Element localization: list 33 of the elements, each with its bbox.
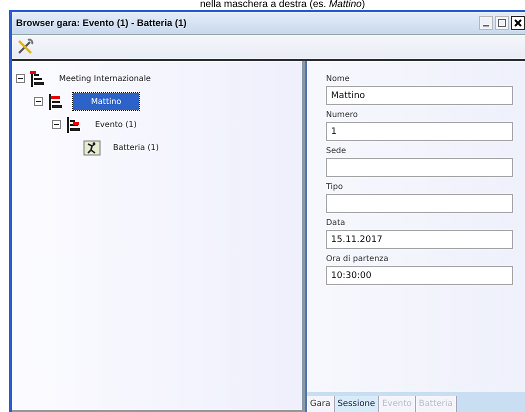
flag-stack-icon (29, 70, 47, 86)
tree-item[interactable]: Mattino (73, 93, 140, 110)
collapse-icon[interactable] (52, 120, 61, 129)
input-field[interactable]: Mattino (326, 86, 513, 105)
tree-item[interactable]: Evento (1) (91, 116, 141, 133)
caption-text: nella maschera a destra (es. Mattino) (199, 0, 366, 10)
close-icon (514, 19, 522, 27)
tree-item[interactable]: Meeting Internazionale (55, 70, 155, 87)
maximize-button[interactable] (495, 16, 509, 30)
field-label: Numero (326, 110, 359, 119)
input-field[interactable] (326, 158, 513, 177)
collapse-icon[interactable] (16, 74, 25, 83)
minimize-button[interactable] (479, 16, 493, 30)
tab[interactable]: Gara (307, 396, 334, 412)
tools-icon[interactable] (16, 38, 34, 56)
input-field[interactable]: 10:30:00 (326, 266, 513, 285)
input-field[interactable]: 1 (326, 122, 513, 141)
field-label: Nome (326, 74, 351, 83)
field-label: Ora di partenza (326, 254, 390, 263)
flag-stack-icon (47, 94, 65, 110)
tree-item[interactable]: Batteria (1) (109, 139, 163, 156)
close-button[interactable] (511, 16, 525, 30)
flag-stack-icon (65, 116, 83, 132)
tab[interactable]: Sessione (334, 396, 380, 412)
runner-icon (83, 140, 101, 156)
field-label: Sede (326, 146, 347, 155)
maximize-icon (498, 19, 506, 27)
field-label: Tipo (326, 182, 344, 191)
field-label: Data (326, 218, 346, 227)
input-field[interactable] (326, 194, 513, 213)
collapse-icon[interactable] (34, 97, 43, 106)
window-title: Browser gara: Evento (1) - Batteria (1) (16, 18, 187, 28)
input-field[interactable]: 15.11.2017 (326, 230, 513, 249)
